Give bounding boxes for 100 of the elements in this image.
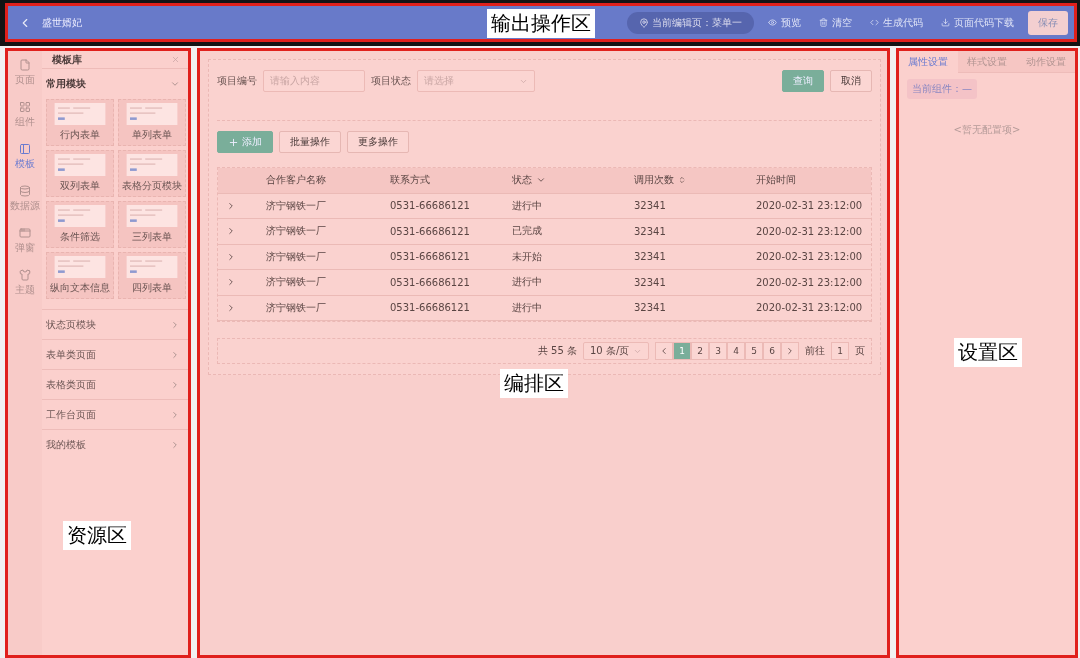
chevron-right-icon[interactable] [170, 409, 180, 420]
region-label: 资源区 [63, 521, 131, 550]
filter-label: 项目编号 [217, 74, 257, 88]
next-page-button[interactable] [781, 342, 799, 360]
goto-field[interactable]: 1 [831, 342, 849, 360]
panel-title: 模板库 [52, 52, 82, 67]
table-cell-text: 32341 [634, 302, 667, 314]
template-group[interactable]: 状态页模块 [46, 317, 96, 332]
table-cell-text: 进行中 [512, 198, 543, 213]
column-header[interactable]: 状态 [512, 173, 634, 188]
page-button[interactable]: 1 [673, 342, 691, 360]
page-button[interactable]: 5 [745, 342, 763, 360]
toolbar-action[interactable]: 预览 [764, 15, 805, 30]
template-group[interactable]: 表单类页面 [46, 347, 96, 362]
template-card[interactable]: 表格分页模块 [118, 150, 186, 197]
template-card[interactable]: 双列表单 [46, 150, 114, 197]
current-page-text: 当前编辑页：菜单一 [652, 15, 742, 30]
expand-icon[interactable] [226, 200, 236, 211]
template-group[interactable]: 工作台页面 [46, 407, 96, 422]
table-cell-text: 2020-02-31 23:12:00 [756, 200, 864, 212]
chevron-left-icon [659, 346, 669, 356]
template-name: 条件筛选 [60, 230, 100, 244]
page-icon [19, 59, 31, 71]
page-button[interactable]: 3 [709, 342, 727, 360]
sort-icon[interactable] [678, 176, 686, 185]
chevron-right-icon [785, 346, 795, 356]
page-button[interactable]: 6 [763, 342, 781, 360]
table-cell-text: 济宁钢铁一厂 [266, 300, 327, 315]
close-icon[interactable] [171, 55, 180, 64]
filter-label: 项目状态 [371, 74, 411, 88]
template-card[interactable]: 行内表单 [46, 99, 114, 146]
template-card[interactable]: 四列表单 [118, 252, 186, 299]
column-header: 合作客户名称 [266, 173, 327, 188]
section-title: 常用模块 [46, 77, 86, 91]
template-card[interactable]: 三列表单 [118, 201, 186, 248]
goto-suffix: 页 [855, 344, 865, 358]
chevron-right-icon[interactable] [170, 349, 180, 360]
nav-item[interactable]: 模板 [15, 143, 35, 171]
table-cell-text: 济宁钢铁一厂 [266, 224, 327, 239]
column-header[interactable]: 调用次数 [634, 173, 756, 188]
trash-icon [819, 18, 828, 27]
template-name: 纵向文本信息 [50, 281, 110, 295]
table-cell-text: 济宁钢铁一厂 [266, 198, 327, 213]
toolbar-action[interactable]: 清空 [815, 15, 856, 30]
page-size-select[interactable]: 10 条/页 [583, 342, 649, 360]
panel-icon [19, 143, 31, 155]
template-card[interactable]: 条件筛选 [46, 201, 114, 248]
batch-button[interactable]: 批量操作 [279, 131, 341, 153]
template-name: 三列表单 [132, 230, 172, 244]
toolbar-action[interactable]: 生成代码 [866, 15, 927, 30]
prev-page-button[interactable] [655, 342, 673, 360]
page-button[interactable]: 2 [691, 342, 709, 360]
template-card[interactable]: 单列表单 [118, 99, 186, 146]
chevron-down-icon[interactable] [170, 79, 180, 89]
template-name: 行内表单 [60, 128, 100, 142]
grid-icon [19, 101, 31, 113]
expand-icon[interactable] [226, 302, 236, 313]
region-label: 输出操作区 [487, 9, 595, 38]
table-cell-text: 已完成 [512, 224, 543, 239]
table-cell-text: 0531-66686121 [390, 276, 471, 288]
template-group[interactable]: 表格类页面 [46, 377, 96, 392]
download-icon [941, 18, 950, 27]
table-cell-text: 32341 [634, 276, 667, 288]
template-card[interactable]: 纵向文本信息 [46, 252, 114, 299]
table-cell-text: 32341 [634, 251, 667, 263]
toolbar-action[interactable]: 页面代码下载 [937, 15, 1018, 30]
column-header: 开始时间 [756, 173, 797, 188]
expand-icon[interactable] [226, 277, 236, 288]
eye-icon [768, 18, 777, 27]
shirt-icon [19, 269, 31, 281]
region-label: 设置区 [954, 338, 1022, 367]
window-icon [19, 227, 31, 239]
database-icon [19, 185, 31, 197]
table-cell-text: 32341 [634, 225, 667, 237]
chevron-right-icon[interactable] [170, 439, 180, 450]
table-cell-text: 0531-66686121 [390, 302, 471, 314]
more-button[interactable]: 更多操作 [347, 131, 409, 153]
page-button[interactable]: 4 [727, 342, 745, 360]
cancel-button[interactable]: 取消 [830, 70, 872, 92]
column-header: 联系方式 [390, 173, 431, 188]
table-cell-text: 进行中 [512, 275, 543, 290]
total-count: 共 55 条 [537, 344, 577, 358]
code-icon [870, 18, 879, 27]
template-group[interactable]: 我的模板 [46, 437, 86, 452]
table-cell-text: 进行中 [512, 300, 543, 315]
table-cell-text: 济宁钢铁一厂 [266, 275, 327, 290]
chevron-right-icon[interactable] [170, 379, 180, 390]
expand-icon[interactable] [226, 251, 236, 262]
plus-icon [228, 136, 239, 148]
table-cell-text: 2020-02-31 23:12:00 [756, 225, 864, 237]
table-cell-text: 0531-66686121 [390, 225, 471, 237]
table-cell-text: 2020-02-31 23:12:00 [756, 251, 864, 263]
chevron-right-icon[interactable] [170, 319, 180, 330]
region-label: 编排区 [500, 369, 568, 398]
pin-icon [639, 17, 649, 28]
expand-icon[interactable] [226, 226, 236, 237]
template-name: 四列表单 [132, 281, 172, 295]
table-cell-text: 0531-66686121 [390, 200, 471, 212]
template-name: 双列表单 [60, 179, 100, 193]
template-name: 单列表单 [132, 128, 172, 142]
